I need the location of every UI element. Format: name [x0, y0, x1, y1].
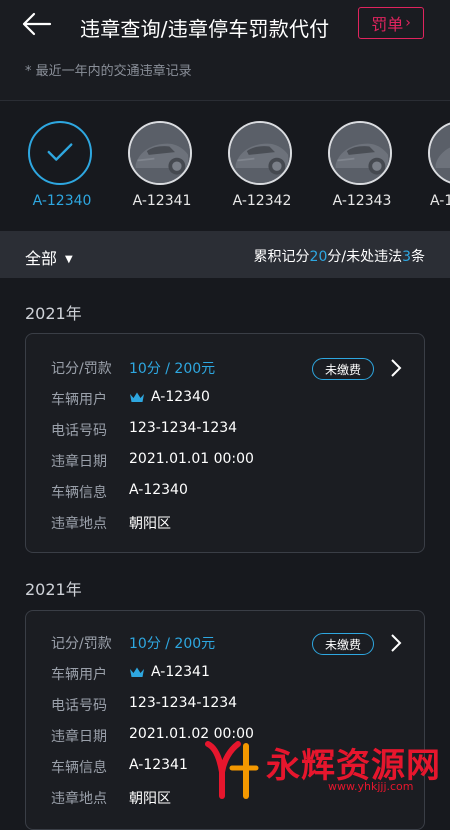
field-label: 车辆信息: [51, 760, 107, 776]
chevron-right-icon[interactable]: [390, 633, 402, 653]
field-value: A-12340: [129, 482, 188, 498]
car-selector: A-12340 A-12341 A-12342 A-12343 A-1: [0, 101, 450, 229]
status-badge: 未缴费: [312, 633, 374, 655]
fine-ticket-label: 罚单: [371, 15, 404, 34]
selected-check-icon: [28, 121, 92, 185]
field-value-wrap: A-12340: [129, 389, 210, 405]
crown-icon: [130, 667, 144, 677]
watermark-url: www.yhkjjj.com: [328, 780, 414, 793]
field-label: 记分/罚款: [51, 636, 112, 652]
field-label: 车辆用户: [51, 667, 107, 683]
page-title: 违章查询/违章停车罚款代付: [80, 17, 330, 41]
field-value: 2021.01.01 00:00: [129, 451, 254, 467]
field-value: 123-1234-1234: [129, 695, 238, 711]
watermark: 永辉资源网 www.yhkjjj.com: [202, 730, 450, 800]
violation-card[interactable]: 记分/罚款 10分 / 200元 未缴费 车辆用户 A-12340 电话号码 1…: [25, 333, 425, 553]
field-label: 车辆用户: [51, 392, 107, 408]
points-value: 20: [309, 249, 328, 265]
fine-ticket-button[interactable]: 罚单 ›: [358, 7, 424, 39]
chevron-right-icon: ›: [405, 15, 411, 31]
summary-prefix: 累积记分: [253, 249, 310, 265]
violation-count: 3: [402, 249, 411, 265]
field-label: 电话号码: [51, 423, 107, 439]
field-value: 10分 / 200元: [129, 636, 216, 652]
year-heading: 2021年: [25, 580, 82, 599]
field-label: 车辆信息: [51, 485, 107, 501]
filter-bar: 全部 ▼ 累积记分20分/未处违法3条: [0, 231, 450, 278]
field-value: 朝阳区: [129, 516, 171, 532]
summary-mid: 分/未处违法: [327, 249, 403, 265]
field-label: 记分/罚款: [51, 361, 112, 377]
back-arrow-icon[interactable]: [22, 12, 52, 36]
car-plate-label: A-12340: [32, 193, 92, 209]
field-value: A-12341: [129, 757, 188, 773]
field-label: 电话号码: [51, 698, 107, 714]
filter-label: 全部: [25, 249, 58, 268]
car-plate-label: A-12343: [332, 193, 392, 209]
car-plate-label: A-12342: [232, 193, 292, 209]
field-value: A-12340: [151, 389, 210, 405]
summary-suffix: 条: [411, 249, 425, 265]
header: 违章查询/违章停车罚款代付 罚单 › * 最近一年内的交通违章记录: [0, 0, 450, 100]
car-plate-label: A-12341: [132, 193, 192, 209]
chevron-right-icon[interactable]: [390, 358, 402, 378]
field-value-wrap: A-12341: [129, 664, 210, 680]
field-label: 违章地点: [51, 791, 107, 807]
car-photo-icon: [428, 121, 450, 185]
subtitle: * 最近一年内的交通违章记录: [25, 64, 192, 79]
filter-dropdown[interactable]: 全部 ▼: [25, 245, 73, 269]
car-photo-icon: [228, 121, 292, 185]
car-photo-icon: [128, 121, 192, 185]
watermark-logo-icon: [205, 741, 259, 799]
field-value: 朝阳区: [129, 791, 171, 807]
car-plate-label: A-1: [430, 193, 450, 209]
field-label: 违章地点: [51, 516, 107, 532]
field-label: 违章日期: [51, 454, 107, 470]
points-summary: 累积记分20分/未处违法3条: [254, 246, 425, 266]
crown-icon: [130, 392, 144, 402]
field-value: 10分 / 200元: [129, 361, 216, 377]
caret-down-icon: ▼: [65, 254, 73, 265]
field-value: A-12341: [151, 664, 210, 680]
status-badge: 未缴费: [312, 358, 374, 380]
field-value: 123-1234-1234: [129, 420, 238, 436]
car-photo-icon: [328, 121, 392, 185]
year-heading: 2021年: [25, 304, 82, 323]
field-label: 违章日期: [51, 729, 107, 745]
